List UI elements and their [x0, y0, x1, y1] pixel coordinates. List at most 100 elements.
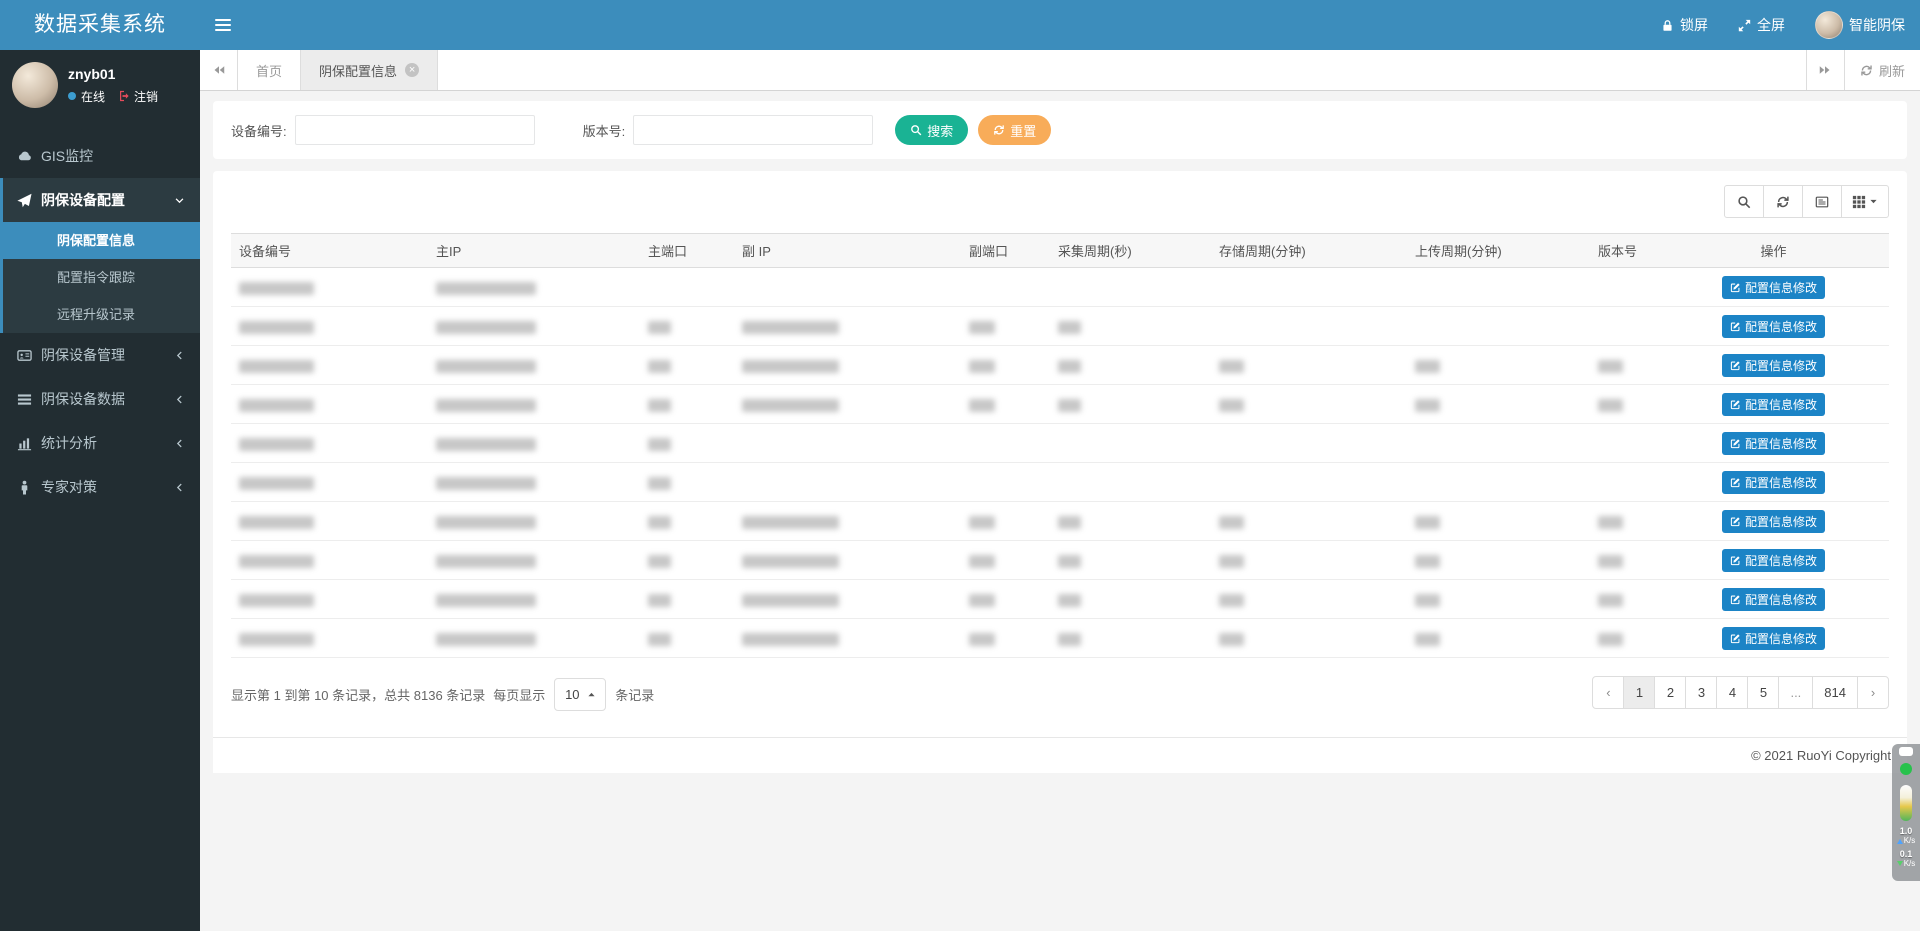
- edit-icon: [1730, 438, 1741, 449]
- sidebar-subitem-config-command-trace[interactable]: 配置指令跟踪: [3, 259, 200, 296]
- sidebar-item-device-manage[interactable]: 阴保设备管理: [3, 333, 200, 377]
- search-button[interactable]: 搜索: [895, 115, 968, 145]
- table-cell: [734, 268, 961, 307]
- redacted-value: [1598, 360, 1623, 373]
- tabs-scroll-back-button[interactable]: [200, 50, 238, 90]
- column-header: 副端口: [961, 234, 1050, 268]
- redacted-value: [239, 633, 314, 646]
- table-cell: [428, 541, 640, 580]
- logout-button[interactable]: 注销: [118, 88, 158, 105]
- sidebar-item-gis-monitor[interactable]: GIS监控: [3, 134, 200, 178]
- redacted-value: [436, 360, 536, 373]
- app-title: 数据采集系统: [0, 0, 200, 50]
- close-icon[interactable]: ×: [405, 63, 419, 77]
- reset-button[interactable]: 重置: [978, 115, 1051, 145]
- edit-config-button[interactable]: 配置信息修改: [1722, 276, 1825, 299]
- chevron-left-icon: [174, 394, 185, 405]
- page-button[interactable]: 3: [1685, 676, 1717, 709]
- redacted-value: [648, 594, 671, 607]
- edit-config-label: 配置信息修改: [1745, 513, 1817, 530]
- redacted-value: [239, 321, 314, 334]
- sidebar-toggle-button[interactable]: [200, 0, 246, 50]
- table-cell: [1050, 541, 1211, 580]
- table-cell: [428, 502, 640, 541]
- tab-home[interactable]: 首页: [238, 50, 301, 90]
- sidebar-subitem-remote-upgrade-log[interactable]: 远程升级记录: [3, 296, 200, 333]
- table-row: 配置信息修改: [231, 541, 1889, 580]
- edit-config-button[interactable]: 配置信息修改: [1722, 549, 1825, 572]
- table-cell: [734, 385, 961, 424]
- table-cell: [231, 541, 428, 580]
- edit-config-button[interactable]: 配置信息修改: [1722, 471, 1825, 494]
- edit-config-button[interactable]: 配置信息修改: [1722, 588, 1825, 611]
- redacted-value: [969, 516, 995, 529]
- page-button[interactable]: 5: [1747, 676, 1779, 709]
- redacted-value: [436, 438, 536, 451]
- redacted-value: [1598, 594, 1623, 607]
- column-header: 副 IP: [734, 234, 961, 268]
- table-cell: [1407, 580, 1590, 619]
- table-cell: [1590, 346, 1658, 385]
- page-size-suffix: 条记录: [615, 685, 654, 704]
- page-size-select[interactable]: 10: [554, 678, 606, 711]
- top-header: 数据采集系统 锁屏 全屏 智能阴保: [0, 0, 1920, 50]
- edit-config-button[interactable]: 配置信息修改: [1722, 432, 1825, 455]
- edit-config-button[interactable]: 配置信息修改: [1722, 315, 1825, 338]
- sidebar-subitem-config-info[interactable]: 阴保配置信息: [3, 222, 200, 259]
- page-button[interactable]: 814: [1812, 676, 1858, 709]
- edit-config-button[interactable]: 配置信息修改: [1722, 510, 1825, 533]
- edit-icon: [1730, 633, 1741, 644]
- tab-config-info[interactable]: 阴保配置信息 ×: [301, 50, 438, 90]
- table-cell: [428, 385, 640, 424]
- table-cell: [1211, 619, 1407, 658]
- sidebar-item-stats-analysis[interactable]: 统计分析: [3, 421, 200, 465]
- sidebar-item-expert-strategy[interactable]: 专家对策: [3, 465, 200, 509]
- table-cell: [961, 580, 1050, 619]
- user-menu[interactable]: 智能阴保: [1800, 0, 1920, 50]
- pagination-bar: 显示第 1 到第 10 条记录，总共 8136 条记录 每页显示 10 条记录 …: [231, 664, 1889, 724]
- content-area: 首页阴保配置信息× 刷新 设备编号: 版本号: 搜索 重置: [200, 50, 1920, 931]
- table-row: 配置信息修改: [231, 268, 1889, 307]
- sidebar-item-label: 阴保设备数据: [41, 389, 125, 409]
- table-cell: [1407, 385, 1590, 424]
- chevron-down-icon: [174, 195, 185, 206]
- edit-config-button[interactable]: 配置信息修改: [1722, 393, 1825, 416]
- tabs-scroll-forward-button[interactable]: [1806, 50, 1844, 90]
- edit-config-button[interactable]: 配置信息修改: [1722, 354, 1825, 377]
- lock-screen-button[interactable]: 锁屏: [1646, 0, 1723, 50]
- page-next-button[interactable]: ›: [1857, 676, 1889, 709]
- table-cell: [231, 385, 428, 424]
- tab-label: 阴保配置信息: [319, 61, 397, 80]
- table-cell: [734, 619, 961, 658]
- page-button[interactable]: 4: [1716, 676, 1748, 709]
- page-button[interactable]: 2: [1654, 676, 1686, 709]
- refresh-tab-button[interactable]: 刷新: [1844, 50, 1920, 90]
- search-icon: [1737, 195, 1751, 209]
- redacted-value: [1058, 516, 1081, 529]
- device-code-input[interactable]: [295, 115, 535, 145]
- columns-button[interactable]: [1841, 185, 1889, 218]
- table-cell: [1407, 619, 1590, 658]
- column-header: 设备编号: [231, 234, 428, 268]
- expand-icon: [1738, 19, 1751, 32]
- sidebar-item-device-data[interactable]: 阴保设备数据: [3, 377, 200, 421]
- table-cell: [428, 424, 640, 463]
- table-cell: [1407, 463, 1590, 502]
- page-prev-button[interactable]: ‹: [1592, 676, 1624, 709]
- table-refresh-button[interactable]: [1763, 185, 1803, 218]
- sidebar-item-device-config[interactable]: 阴保设备配置: [3, 178, 200, 222]
- table-search-button[interactable]: [1724, 185, 1764, 218]
- edit-config-label: 配置信息修改: [1745, 630, 1817, 647]
- table-row: 配置信息修改: [231, 307, 1889, 346]
- table-cell: [961, 463, 1050, 502]
- edit-config-button[interactable]: 配置信息修改: [1722, 627, 1825, 650]
- toggle-detail-view-button[interactable]: [1802, 185, 1842, 218]
- page-button[interactable]: 1: [1623, 676, 1655, 709]
- table-cell: [1407, 502, 1590, 541]
- sidebar-item-label: GIS监控: [41, 146, 93, 166]
- redacted-value: [1415, 399, 1440, 412]
- fullscreen-button[interactable]: 全屏: [1723, 0, 1800, 50]
- caret-down-icon: [1869, 197, 1878, 206]
- version-input[interactable]: [633, 115, 873, 145]
- redacted-value: [239, 594, 314, 607]
